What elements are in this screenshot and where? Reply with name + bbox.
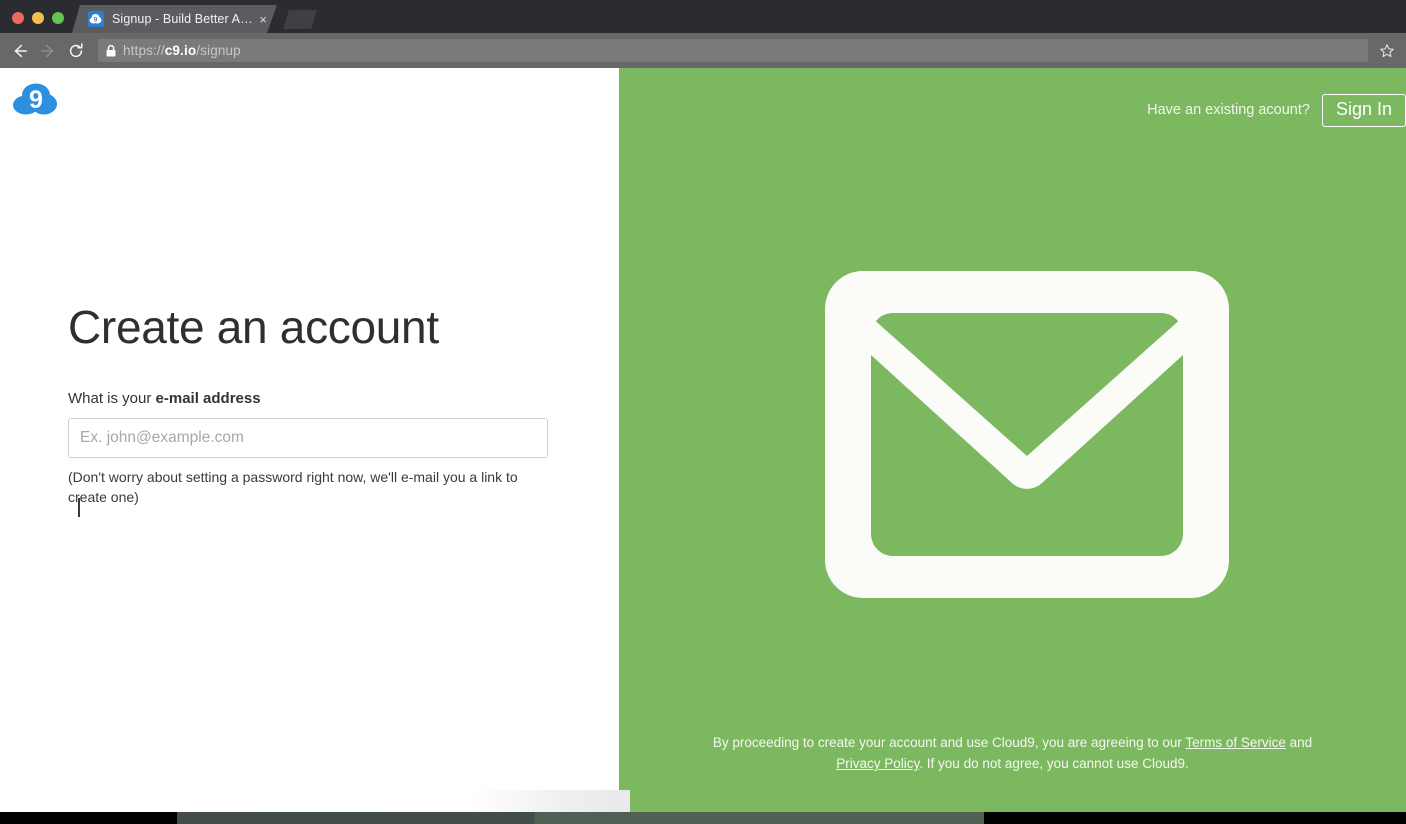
- address-bar[interactable]: https://c9.io/signup: [98, 39, 1368, 62]
- page-content: 9 Create an account What is your e-mail …: [0, 68, 1406, 824]
- close-window-button[interactable]: [12, 12, 24, 24]
- url-path: /signup: [196, 43, 241, 58]
- legal-before: By proceeding to create your account and…: [712, 735, 1186, 750]
- forward-button[interactable]: [34, 37, 62, 65]
- horizontal-scrollbar-thumb[interactable]: [0, 812, 1406, 824]
- browser-tab[interactable]: 9 Signup - Build Better Apps ×: [72, 5, 277, 33]
- legal-after: . If you do not agree, you cannot use Cl…: [919, 756, 1189, 771]
- sign-in-button[interactable]: Sign In: [1321, 94, 1406, 127]
- page-title: Create an account: [68, 301, 439, 353]
- window-controls: [0, 12, 74, 33]
- password-helper-text: (Don't worry about setting a password ri…: [68, 469, 518, 505]
- cloud9-logo[interactable]: 9: [12, 81, 62, 119]
- email-label-bold: e-mail address: [155, 390, 261, 407]
- horizontal-scrollbar[interactable]: [0, 812, 1406, 824]
- cloud9-favicon-icon: 9: [88, 11, 104, 27]
- legal-text: By proceeding to create your account and…: [619, 732, 1406, 774]
- signup-form-panel: 9 Create an account What is your e-mail …: [0, 68, 619, 824]
- minimize-window-button[interactable]: [32, 12, 44, 24]
- svg-text:9: 9: [29, 86, 43, 114]
- lock-icon: [106, 44, 116, 57]
- signup-form: Create an account What is your e-mail ad…: [68, 301, 548, 517]
- envelope-icon: [825, 271, 1229, 598]
- new-tab-button[interactable]: [283, 10, 317, 29]
- reload-button[interactable]: [62, 37, 90, 65]
- star-icon: [1380, 43, 1394, 57]
- legal-and: and: [1285, 735, 1313, 750]
- reload-icon: [69, 42, 83, 57]
- bookmark-button[interactable]: [1374, 38, 1400, 64]
- promo-panel: Have an existing acount? Sign In By proc…: [619, 68, 1406, 824]
- back-arrow-icon: [14, 44, 28, 57]
- browser-toolbar: https://c9.io/signup: [0, 33, 1406, 68]
- url-text: https://c9.io/signup: [123, 43, 241, 58]
- back-button[interactable]: [6, 37, 34, 65]
- url-host: c9.io: [164, 43, 197, 58]
- terms-of-service-link[interactable]: Terms of Service: [1185, 735, 1286, 750]
- browser-window: 9 Signup - Build Better Apps × https://c…: [0, 0, 1406, 824]
- tab-strip: 9 Signup - Build Better Apps ×: [0, 0, 1406, 33]
- close-tab-button[interactable]: ×: [255, 13, 271, 26]
- tab-title: Signup - Build Better Apps: [112, 12, 256, 26]
- existing-account-text: Have an existing acount?: [1147, 102, 1310, 119]
- signin-area: Have an existing acount? Sign In: [1147, 94, 1406, 127]
- privacy-policy-link[interactable]: Privacy Policy: [836, 756, 919, 771]
- forward-arrow-icon: [40, 44, 54, 57]
- maximize-window-button[interactable]: [52, 12, 64, 24]
- url-scheme: https://: [123, 43, 165, 58]
- text-cursor: [78, 498, 80, 517]
- email-field-label: What is your e-mail address: [68, 390, 548, 407]
- email-input[interactable]: [68, 418, 548, 458]
- email-label-prefix: What is your: [68, 390, 156, 407]
